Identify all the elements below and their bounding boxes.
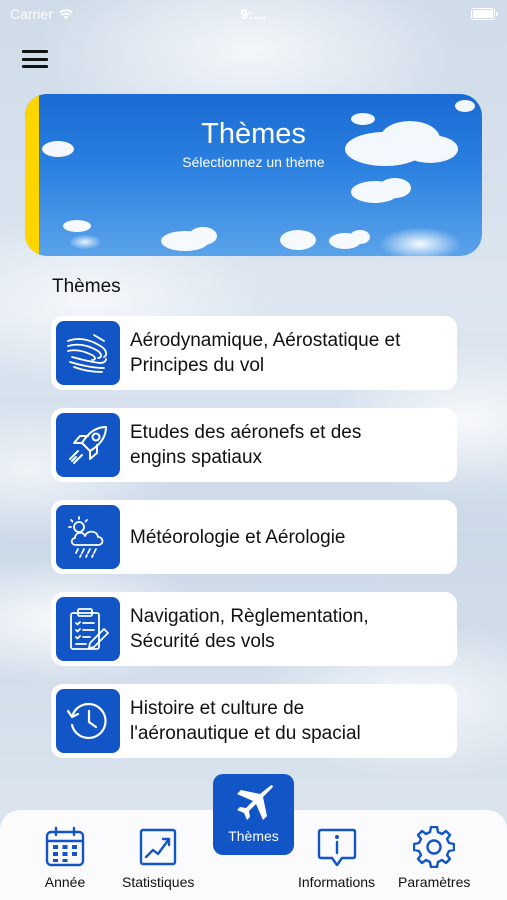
theme-card-navigation[interactable]: Navigation, Règlementation, Sécurité des… [51,592,457,666]
theme-label: Météorologie et Aérologie [130,525,355,550]
hamburger-menu-icon[interactable] [22,48,48,70]
banner-title: Thèmes [201,118,306,150]
theme-label-line2: engins spatiaux [130,447,263,468]
tab-themes[interactable]: Thèmes [213,774,294,855]
tab-annee-label: Année [44,874,86,890]
tab-annee[interactable]: Année [44,826,86,890]
banner-subtitle: Sélectionnez un thème [182,154,325,170]
theme-card-meteorologie[interactable]: Météorologie et Aérologie [51,500,457,574]
theme-label-line1: Etudes des aéronefs et des [130,422,362,443]
tab-parametres[interactable]: Paramètres [398,826,470,890]
theme-label: Etudes des aéronefs et des engins spatia… [130,420,371,470]
theme-card-aerodynamique[interactable]: Aérodynamique, Aérostatique et Principes… [51,316,457,390]
tab-statistiques[interactable]: Statistiques [122,826,194,890]
status-time: 9:… [240,6,267,22]
weather-icon [56,505,120,569]
theme-label-line1: Navigation, Règlementation, [130,606,369,627]
tab-informations[interactable]: Informations [298,826,375,890]
battery-icon [471,8,498,20]
theme-label-line2: Principes du vol [130,355,265,376]
history-clock-icon [56,689,120,753]
tab-parametres-label: Paramètres [398,874,471,890]
gear-icon [413,826,456,868]
rocket-icon [56,413,120,477]
section-title: Thèmes [52,276,121,297]
tab-informations-label: Informations [298,874,376,890]
airflow-icon [56,321,120,385]
clipboard-icon [56,597,120,661]
theme-card-histoire[interactable]: Histoire et culture de l'aéronautique et… [51,684,457,758]
theme-label-line1: Météorologie et Aérologie [130,526,346,548]
calendar-icon [45,826,85,867]
theme-label-line2: Sécurité des vols [130,631,275,652]
tab-themes-label: Thèmes [228,828,279,844]
theme-label-line2: l'aéronautique et du spacial [130,723,361,744]
header-banner: Thèmes Sélectionnez un thème [25,94,482,256]
theme-label: Histoire et culture de l'aéronautique et… [130,696,371,746]
theme-card-aeronefs[interactable]: Etudes des aéronefs et des engins spatia… [51,408,457,482]
theme-label-line1: Aérodynamique, Aérostatique et [130,330,401,351]
airplane-icon [236,785,273,820]
chart-icon [139,828,177,866]
info-bubble-icon [317,828,356,867]
theme-label: Aérodynamique, Aérostatique et Principes… [130,328,410,378]
status-bar: Carrier 9:… [0,0,507,30]
theme-label: Navigation, Règlementation, Sécurité des… [130,604,379,654]
theme-label-line1: Histoire et culture de [130,698,305,719]
tab-statistiques-label: Statistiques [122,874,195,890]
